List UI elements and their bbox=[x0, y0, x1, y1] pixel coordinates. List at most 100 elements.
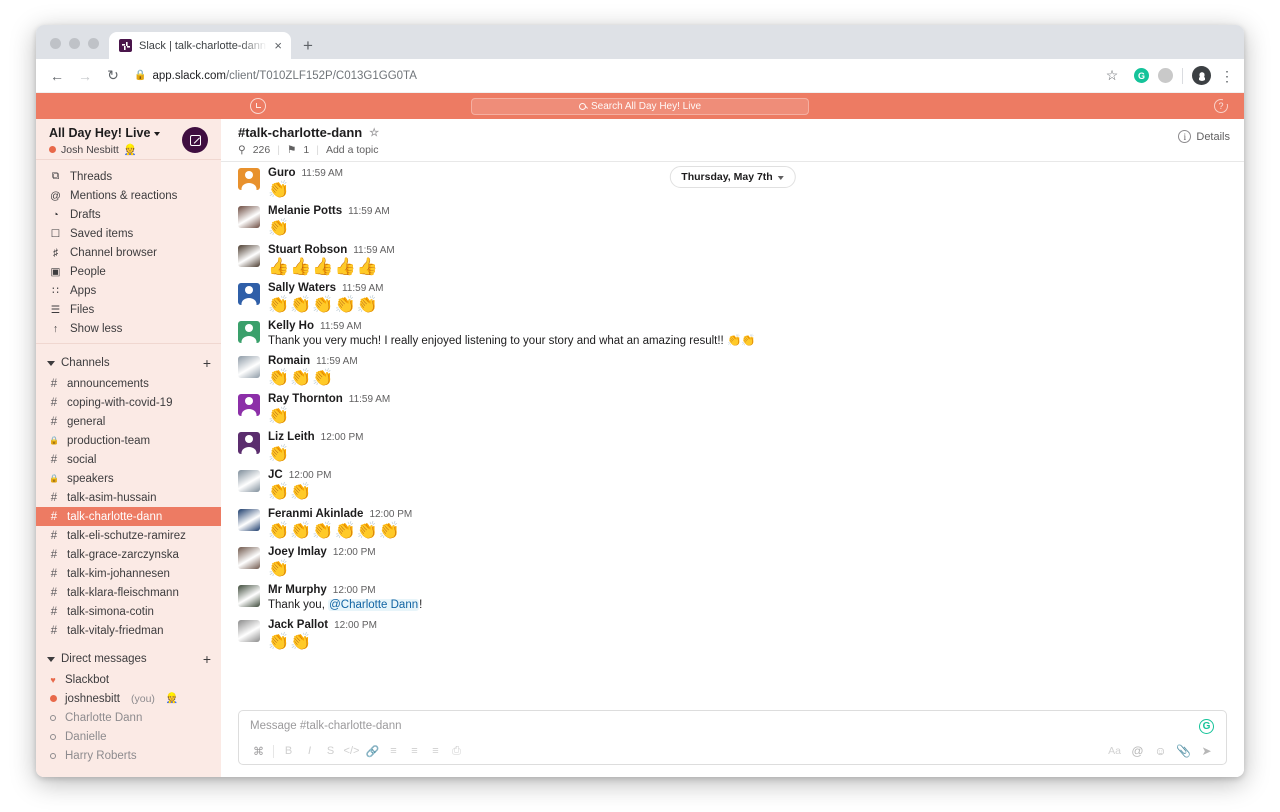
sidebar-item-show-less[interactable]: ↑ Show less bbox=[36, 319, 221, 338]
message-author[interactable]: Stuart Robson bbox=[268, 244, 347, 256]
message-timestamp[interactable]: 11:59 AM bbox=[342, 283, 384, 294]
avatar[interactable] bbox=[238, 508, 260, 531]
message-row[interactable]: Mr Murphy 12:00 PM Thank you, @Charlotte D… bbox=[221, 579, 1244, 614]
address-bar[interactable]: 🔒 app.slack.com/client/T010ZLF152P/C013G… bbox=[134, 64, 1089, 88]
grammarly-extension-icon[interactable]: G bbox=[1134, 68, 1149, 83]
add-channel-button[interactable]: + bbox=[203, 356, 211, 370]
blockquote-icon[interactable]: ≡ bbox=[425, 745, 446, 757]
message-author[interactable]: Liz Leith bbox=[268, 431, 315, 443]
sidebar-channel-talk-simona-cotin[interactable]: # talk-simona-cotin bbox=[36, 602, 221, 621]
bold-icon[interactable]: B bbox=[278, 745, 299, 757]
extension-icon[interactable] bbox=[1158, 68, 1173, 83]
message-timestamp[interactable]: 11:59 AM bbox=[353, 245, 395, 256]
avatar[interactable] bbox=[238, 282, 260, 305]
forward-icon[interactable]: → bbox=[72, 63, 98, 89]
link-icon[interactable]: 🔗 bbox=[362, 745, 383, 758]
page-title[interactable]: #talk-charlotte-dann ☆ bbox=[238, 125, 379, 140]
avatar[interactable] bbox=[238, 244, 260, 267]
ordered-list-icon[interactable]: ≡ bbox=[383, 745, 404, 757]
message-author[interactable]: Feranmi Akinlade bbox=[268, 508, 363, 520]
sidebar-channel-social[interactable]: # social bbox=[36, 450, 221, 469]
sidebar-channel-general[interactable]: # general bbox=[36, 412, 221, 431]
message-timestamp[interactable]: 11:59 AM bbox=[349, 394, 391, 405]
sidebar-dm-danielle[interactable]: Danielle bbox=[36, 727, 221, 746]
message-author[interactable]: Ray Thornton bbox=[268, 393, 343, 405]
avatar[interactable] bbox=[238, 470, 260, 493]
message-author[interactable]: Sally Waters bbox=[268, 282, 336, 294]
avatar[interactable] bbox=[238, 206, 260, 229]
message-timestamp[interactable]: 12:00 PM bbox=[333, 585, 376, 596]
message-timestamp[interactable]: 12:00 PM bbox=[321, 432, 364, 443]
message-row[interactable]: Stuart Robson 11:59 AM 👍👍👍👍👍 bbox=[221, 239, 1244, 277]
message-row[interactable]: Jack Pallot 12:00 PM 👏👏 bbox=[221, 614, 1244, 652]
avatar[interactable] bbox=[238, 432, 260, 455]
minimize-window-button[interactable] bbox=[69, 38, 80, 49]
emoji-icon[interactable]: ☺ bbox=[1150, 744, 1171, 758]
message-author[interactable]: Romain bbox=[268, 355, 310, 367]
details-button[interactable]: i Details bbox=[1178, 130, 1230, 143]
sidebar-channel-coping-with-covid-19[interactable]: # coping-with-covid-19 bbox=[36, 393, 221, 412]
sidebar-item-files[interactable]: ☰ Files bbox=[36, 300, 221, 319]
message-author[interactable]: Jack Pallot bbox=[268, 619, 328, 631]
sidebar-channel-speakers[interactable]: 🔒 speakers bbox=[36, 469, 221, 488]
back-icon[interactable]: ← bbox=[44, 63, 70, 89]
browser-menu-icon[interactable]: ⋮ bbox=[1220, 69, 1234, 83]
sidebar-item-threads[interactable]: ⧉ Threads bbox=[36, 167, 221, 186]
avatar[interactable] bbox=[238, 393, 260, 416]
bulleted-list-icon[interactable]: ≡ bbox=[404, 745, 425, 757]
message-row[interactable]: Romain 11:59 AM 👏👏👏 bbox=[221, 350, 1244, 388]
members-count[interactable]: 226 bbox=[253, 144, 271, 156]
message-author[interactable]: Guro bbox=[268, 167, 295, 179]
grammarly-icon[interactable]: G bbox=[1199, 719, 1214, 734]
sidebar-item-drafts[interactable]: ◔ Drafts bbox=[36, 205, 221, 224]
sidebar-channel-talk-asim-hussain[interactable]: # talk-asim-hussain bbox=[36, 488, 221, 507]
mention-icon[interactable]: @ bbox=[1127, 744, 1148, 758]
code-block-icon[interactable]: ⎙ bbox=[446, 745, 467, 758]
message-timestamp[interactable]: 12:00 PM bbox=[289, 470, 332, 481]
pin-icon[interactable]: ⚑ bbox=[287, 144, 296, 156]
close-icon[interactable]: × bbox=[274, 39, 282, 52]
new-tab-button[interactable]: + bbox=[291, 37, 323, 59]
close-window-button[interactable] bbox=[50, 38, 61, 49]
search-input[interactable]: Search All Day Hey! Live bbox=[471, 97, 809, 115]
bookmark-star-icon[interactable]: ☆ bbox=[1099, 63, 1125, 89]
sidebar-channel-production-team[interactable]: 🔒 production-team bbox=[36, 431, 221, 450]
message-row[interactable]: Joey Imlay 12:00 PM 👏 bbox=[221, 541, 1244, 579]
sidebar-channel-talk-charlotte-dann[interactable]: # talk-charlotte-dann bbox=[36, 507, 221, 526]
channels-section-header[interactable]: Channels + bbox=[36, 352, 221, 374]
reload-icon[interactable]: ↻ bbox=[100, 63, 126, 89]
message-row[interactable]: Melanie Potts 11:59 AM 👏 bbox=[221, 200, 1244, 238]
maximize-window-button[interactable] bbox=[88, 38, 99, 49]
add-topic-button[interactable]: Add a topic bbox=[326, 144, 379, 156]
sidebar-item-channel-browser[interactable]: ♯ Channel browser bbox=[36, 243, 221, 262]
message-timestamp[interactable]: 11:59 AM bbox=[301, 168, 343, 179]
avatar[interactable] bbox=[238, 585, 260, 608]
compose-button[interactable] bbox=[182, 127, 208, 153]
date-divider[interactable]: Thursday, May 7th bbox=[669, 166, 796, 188]
message-author[interactable]: Mr Murphy bbox=[268, 584, 327, 596]
dms-section-header[interactable]: Direct messages + bbox=[36, 648, 221, 670]
avatar[interactable] bbox=[238, 619, 260, 642]
message-composer[interactable]: Message #talk-charlotte-dann G ⌘ B I S <… bbox=[238, 710, 1227, 765]
message-author[interactable]: Melanie Potts bbox=[268, 205, 342, 217]
message-row[interactable]: Feranmi Akinlade 12:00 PM 👏👏👏👏👏👏 bbox=[221, 503, 1244, 541]
browser-tab[interactable]: Slack | talk-charlotte-dann | Al × bbox=[109, 32, 291, 59]
message-row[interactable]: Ray Thornton 11:59 AM 👏 bbox=[221, 388, 1244, 426]
sidebar-dm-slackbot[interactable]: ♥ Slackbot bbox=[36, 670, 221, 689]
message-timestamp[interactable]: 12:00 PM bbox=[333, 547, 376, 558]
message-author[interactable]: Joey Imlay bbox=[268, 546, 327, 558]
members-icon[interactable]: ⚲ bbox=[238, 144, 246, 156]
message-input[interactable]: Message #talk-charlotte-dann bbox=[239, 711, 1226, 741]
attachment-icon[interactable]: 📎 bbox=[1173, 744, 1194, 758]
sidebar-channel-talk-grace-zarczynska[interactable]: # talk-grace-zarczynska bbox=[36, 545, 221, 564]
formatting-toggle-icon[interactable]: ⌘ bbox=[248, 745, 269, 758]
sidebar-item-people[interactable]: ▣ People bbox=[36, 262, 221, 281]
send-icon[interactable]: ➤ bbox=[1196, 744, 1217, 758]
message-timestamp[interactable]: 11:59 AM bbox=[348, 206, 390, 217]
sidebar-item-saved[interactable]: ☐ Saved items bbox=[36, 224, 221, 243]
sidebar-channel-talk-eli-schutze-ramirez[interactable]: # talk-eli-schutze-ramirez bbox=[36, 526, 221, 545]
help-icon[interactable]: ? bbox=[1214, 97, 1230, 113]
message-timestamp[interactable]: 12:00 PM bbox=[369, 509, 412, 520]
avatar[interactable] bbox=[238, 355, 260, 378]
add-dm-button[interactable]: + bbox=[203, 652, 211, 666]
